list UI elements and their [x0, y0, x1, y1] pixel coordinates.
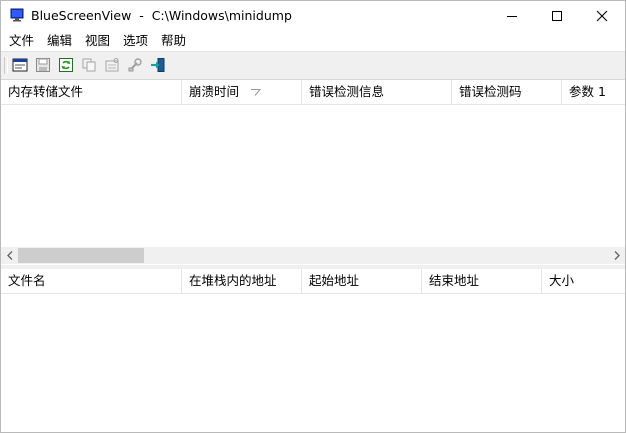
exit-button[interactable] — [149, 56, 167, 74]
menu-options[interactable]: 选项 — [123, 33, 148, 49]
column-filename-label: 文件名 — [8, 273, 46, 288]
column-dump-file-label: 内存转储文件 — [8, 84, 84, 99]
sort-descending-icon — [251, 89, 262, 96]
toolbar-grip[interactable] — [4, 57, 8, 74]
minimize-button[interactable] — [489, 1, 535, 31]
column-filename[interactable]: 文件名 — [1, 269, 182, 293]
app-window: BlueScreenView - C:\Windows\minidump 文件 … — [0, 0, 626, 433]
menu-help[interactable]: 帮助 — [161, 33, 186, 49]
scroll-thumb[interactable] — [18, 248, 144, 263]
title-bar[interactable]: BlueScreenView - C:\Windows\minidump — [1, 1, 625, 31]
window-title: BlueScreenView - C:\Windows\minidump — [31, 8, 292, 23]
close-icon — [596, 10, 608, 22]
column-bugcheck-code[interactable]: 错误检测码 — [452, 80, 562, 104]
column-address-in-stack-label: 在堆栈内的地址 — [189, 273, 277, 288]
column-to-address[interactable]: 结束地址 — [422, 269, 542, 293]
menu-bar: 文件 编辑 视图 选项 帮助 — [1, 31, 625, 51]
column-parameter-1[interactable]: 参数 1 — [562, 80, 625, 104]
exit-icon — [151, 58, 165, 72]
save-button[interactable] — [34, 56, 52, 74]
chevron-right-icon — [614, 251, 620, 260]
column-address-in-stack[interactable]: 在堆栈内的地址 — [182, 269, 302, 293]
refresh-icon — [59, 58, 73, 72]
column-from-address-label: 起始地址 — [309, 273, 360, 288]
column-bugcheck-code-label: 错误检测码 — [459, 84, 522, 99]
crash-list[interactable]: 内存转储文件 崩溃时间 错误检测信息 错误检测码 参数 1 — [1, 80, 625, 266]
properties-button[interactable] — [103, 56, 121, 74]
menu-view[interactable]: 视图 — [85, 33, 110, 49]
close-button[interactable] — [579, 1, 625, 31]
copy-icon — [82, 58, 96, 72]
column-parameter-1-label: 参数 1 — [569, 84, 606, 99]
crash-list-header: 内存转储文件 崩溃时间 错误检测信息 错误检测码 参数 1 — [1, 80, 625, 105]
refresh-button[interactable] — [57, 56, 75, 74]
column-to-address-label: 结束地址 — [429, 273, 480, 288]
column-bugcheck-string[interactable]: 错误检测信息 — [302, 80, 452, 104]
driver-list-header: 文件名 在堆栈内的地址 起始地址 结束地址 大小 — [1, 269, 625, 294]
html-report-icon — [12, 58, 28, 72]
column-size[interactable]: 大小 — [542, 269, 625, 293]
column-size-label: 大小 — [549, 273, 575, 288]
column-dump-file[interactable]: 内存转储文件 — [1, 80, 182, 104]
maximize-button[interactable] — [534, 1, 580, 31]
menu-edit[interactable]: 编辑 — [47, 33, 72, 49]
column-bugcheck-string-label: 错误检测信息 — [309, 84, 385, 99]
advanced-options-button[interactable] — [126, 56, 144, 74]
save-icon — [36, 58, 50, 72]
advanced-options-icon — [128, 58, 142, 72]
html-report-button[interactable] — [11, 56, 29, 74]
bluescreen-monitor-icon — [10, 8, 24, 22]
toolbar — [1, 51, 625, 80]
driver-list[interactable]: 文件名 在堆栈内的地址 起始地址 结束地址 大小 — [1, 269, 625, 432]
scroll-right-button[interactable] — [608, 247, 625, 264]
menu-file[interactable]: 文件 — [9, 33, 34, 49]
maximize-icon — [552, 11, 562, 21]
copy-button[interactable] — [80, 56, 98, 74]
column-crash-time-label: 崩溃时间 — [189, 84, 240, 99]
column-crash-time[interactable]: 崩溃时间 — [182, 80, 302, 104]
chevron-left-icon — [7, 251, 13, 260]
column-from-address[interactable]: 起始地址 — [302, 269, 422, 293]
scroll-left-button[interactable] — [1, 247, 18, 264]
minimize-icon — [507, 16, 517, 17]
crash-list-horizontal-scrollbar[interactable] — [1, 247, 625, 264]
properties-icon — [105, 58, 119, 72]
